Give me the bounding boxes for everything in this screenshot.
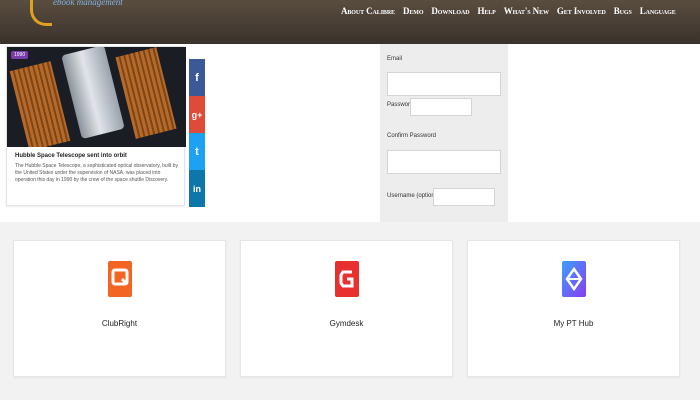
gymdesk-icon xyxy=(334,261,359,297)
nav-demo[interactable]: Demo xyxy=(403,6,424,16)
hubble-image: 1990 xyxy=(7,47,186,147)
confirm-password-label: Confirm Password xyxy=(387,133,437,139)
signup-form: Email Password Confirm Password Username… xyxy=(380,44,508,222)
clubright-icon xyxy=(107,261,132,297)
app-card-gymdesk[interactable]: Gymdesk xyxy=(240,240,453,377)
email-field[interactable] xyxy=(387,72,501,96)
logo-tagline: ebook management xyxy=(53,0,123,7)
calibre-logo-icon[interactable] xyxy=(30,0,52,26)
nav-whats-new[interactable]: What's New xyxy=(504,6,549,16)
nav-language[interactable]: Language xyxy=(640,6,676,16)
nav-download[interactable]: Download xyxy=(431,6,469,16)
my-pt-hub-icon xyxy=(561,261,586,297)
nav-about-calibre[interactable]: About Calibre xyxy=(341,6,395,16)
google-plus-icon[interactable]: g+ xyxy=(189,96,205,133)
nav-get-involved[interactable]: Get Involved xyxy=(557,6,606,16)
app-name-gymdesk: Gymdesk xyxy=(329,319,364,328)
solar-panel-right xyxy=(115,47,177,139)
confirm-password-field[interactable] xyxy=(387,150,501,174)
top-navbar: ebook management About Calibre Demo Down… xyxy=(0,0,700,44)
app-card-clubright[interactable]: ClubRight xyxy=(13,240,226,377)
twitter-icon[interactable]: t xyxy=(189,133,205,170)
email-label: Email xyxy=(387,56,403,62)
nav-help[interactable]: Help xyxy=(477,6,495,16)
news-card[interactable]: 1990 Hubble Space Telescope sent into or… xyxy=(6,46,186,245)
username-field[interactable] xyxy=(433,188,495,206)
year-badge: 1990 xyxy=(11,51,29,59)
app-name-my-pt-hub: My PT Hub xyxy=(553,319,594,328)
app-name-clubright: ClubRight xyxy=(101,319,138,328)
solar-panel-left xyxy=(9,61,71,147)
main-nav: About Calibre Demo Download Help What's … xyxy=(341,6,684,16)
telescope-body xyxy=(61,47,125,140)
password-field[interactable] xyxy=(410,98,472,116)
facebook-icon[interactable]: f xyxy=(189,59,205,96)
nav-bugs[interactable]: Bugs xyxy=(614,6,632,16)
news-description: The Hubble Space Telescope, a sophistica… xyxy=(15,163,178,183)
app-card-my-pt-hub[interactable]: My PT Hub xyxy=(467,240,680,377)
news-title[interactable]: Hubble Space Telescope sent into orbit xyxy=(15,153,180,159)
linkedin-icon[interactable]: in xyxy=(189,170,205,207)
